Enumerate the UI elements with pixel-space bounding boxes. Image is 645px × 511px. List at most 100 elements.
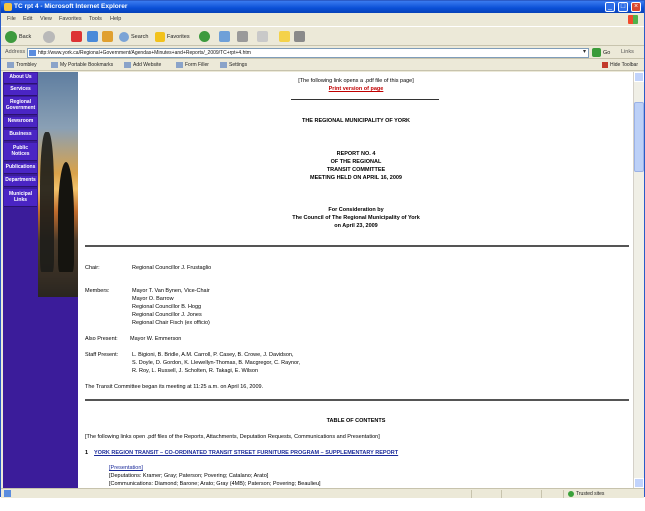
search-button[interactable]: Search	[119, 30, 148, 44]
address-input[interactable]: http://www.york.ca/Regional+Government/A…	[27, 48, 589, 58]
member-item: Regional Councillor B. Hogg	[132, 304, 202, 310]
address-dropdown-icon[interactable]: ▾	[581, 49, 588, 56]
also-present-value: Mayor W. Emmerson	[130, 336, 182, 342]
nav-municipal-links[interactable]: Municipal Links	[4, 189, 37, 207]
nav-business[interactable]: Business	[4, 130, 37, 141]
link-form-filler[interactable]: Form Filler	[176, 61, 209, 70]
menu-help[interactable]: Help	[110, 16, 121, 22]
page-content: About Us Services Regional Government Ne…	[3, 72, 633, 488]
chair-value: Regional Councillor J. Frustaglio	[132, 265, 212, 271]
deputations-links[interactable]: [Deputations: Kramer; Gray; Paterson; Po…	[109, 473, 268, 479]
toc-title: TABLE OF CONTENTS	[326, 418, 386, 424]
pdf-note: [The following link opens a .pdf file of…	[298, 78, 414, 84]
menu-bar: File Edit View Favorites Tools Help	[1, 14, 644, 25]
chair-label: Chair:	[85, 265, 100, 271]
scroll-up-button[interactable]	[634, 72, 644, 82]
security-zone-label: Trusted sites	[576, 491, 605, 497]
refresh-icon[interactable]	[87, 31, 98, 42]
nav-departments[interactable]: Departments	[4, 176, 37, 187]
nav-publications[interactable]: Publications	[4, 163, 37, 174]
tree-silhouette	[40, 132, 54, 272]
home-icon[interactable]	[102, 31, 113, 42]
staff-present-label: Staff Present:	[85, 352, 119, 358]
divider	[85, 245, 629, 247]
close-button[interactable]: ×	[631, 2, 641, 12]
mail-icon[interactable]	[219, 31, 230, 42]
toc-note: [The following links open .pdf files of …	[85, 434, 380, 440]
members-label: Members:	[85, 288, 110, 294]
vertical-scrollbar[interactable]	[633, 72, 644, 488]
link-label: My Portable Bookmarks	[60, 62, 114, 68]
link-label: Settings	[229, 62, 248, 68]
status-bar: Trusted sites	[1, 488, 644, 498]
scroll-thumb[interactable]	[634, 102, 644, 172]
link-label: Form Filler	[185, 62, 209, 68]
maximize-button[interactable]: □	[618, 2, 628, 12]
menu-edit[interactable]: Edit	[23, 16, 32, 22]
hide-toolbar-button[interactable]: Hide Toolbar	[602, 61, 638, 70]
link-label: Add Website	[133, 62, 162, 68]
link-settings[interactable]: Settings	[220, 61, 247, 70]
menu-tools[interactable]: Tools	[89, 16, 102, 22]
status-divider	[563, 490, 564, 498]
favorites-button[interactable]: Favorites	[155, 30, 190, 44]
forward-arrow-icon	[43, 30, 55, 43]
bookmark-icon	[7, 61, 14, 68]
consideration-line-2: The Council of The Regional Municipality…	[292, 215, 420, 221]
divider	[291, 99, 439, 100]
also-present-label: Also Present:	[85, 336, 118, 342]
nav-regional-government[interactable]: Regional Government	[4, 97, 37, 115]
go-label: Go	[603, 50, 611, 56]
minimize-button[interactable]: _	[605, 2, 615, 12]
nav-public-notices[interactable]: Public Notices	[4, 143, 37, 161]
presentation-link[interactable]: [Presentation]	[109, 465, 143, 471]
windows-flag-icon	[628, 15, 638, 24]
report-of: OF THE REGIONAL	[330, 159, 382, 165]
print-version-link[interactable]: Print version of page	[329, 86, 384, 92]
communications-links[interactable]: [Communications: Diamond; Barone; Arato;…	[109, 481, 321, 487]
org-title: THE REGIONAL MUNICIPALITY OF YORK	[301, 118, 411, 124]
link-label: Trombley	[16, 62, 37, 68]
standard-toolbar: Back Search Favorites	[1, 26, 644, 46]
title-bar: TC rpt 4 - Microsoft Internet Explorer _…	[1, 1, 644, 13]
folder-icon[interactable]	[279, 31, 290, 42]
messenger-icon[interactable]	[294, 31, 305, 42]
bookmark-icon	[51, 61, 58, 68]
nav-services[interactable]: Services	[4, 85, 37, 96]
staff-line: L. Bigioni, B. Bridle, A.M. Carroll, P. …	[132, 352, 294, 358]
go-button[interactable]: Go	[592, 48, 610, 58]
history-icon[interactable]	[199, 31, 210, 42]
favorites-label: Favorites	[167, 34, 190, 40]
status-divider	[501, 490, 502, 498]
print-icon[interactable]	[237, 31, 248, 42]
report-document: [The following link opens a .pdf file of…	[83, 72, 629, 488]
link-portable-bookmarks[interactable]: My Portable Bookmarks	[51, 61, 113, 70]
link-trombley[interactable]: Trombley	[7, 61, 37, 70]
print-version-container: Print version of page	[83, 86, 629, 92]
toc-item-number: 1	[85, 450, 89, 456]
menu-favorites[interactable]: Favorites	[59, 16, 82, 22]
back-button[interactable]: Back	[5, 30, 31, 44]
star-icon	[155, 31, 165, 42]
meeting-began: The Transit Committee began its meeting …	[85, 384, 264, 390]
link-add-website[interactable]: Add Website	[124, 61, 161, 70]
forward-button[interactable]	[43, 30, 57, 44]
stop-icon[interactable]	[71, 31, 82, 42]
edit-icon[interactable]	[257, 31, 268, 42]
toc-item-link[interactable]: YORK REGION TRANSIT – CO-ORDINATED TRANS…	[94, 450, 398, 456]
left-navigation: About Us Services Regional Government Ne…	[3, 72, 38, 488]
back-arrow-icon	[5, 30, 17, 43]
sunset-photo	[38, 72, 78, 297]
trusted-sites-icon	[568, 490, 574, 497]
nav-about-us[interactable]: About Us	[4, 73, 37, 84]
menu-view[interactable]: View	[40, 16, 52, 22]
address-url: http://www.york.ca/Regional+Government/A…	[38, 50, 251, 56]
bookmark-icon	[176, 61, 183, 68]
settings-icon	[220, 61, 227, 68]
security-zone: Trusted sites	[568, 490, 604, 498]
links-label[interactable]: Links	[621, 49, 634, 55]
menu-file[interactable]: File	[7, 16, 16, 22]
scroll-down-button[interactable]	[634, 478, 644, 488]
address-bar: Address http://www.york.ca/Regional+Gove…	[1, 47, 644, 59]
nav-newsroom[interactable]: Newsroom	[4, 117, 37, 128]
